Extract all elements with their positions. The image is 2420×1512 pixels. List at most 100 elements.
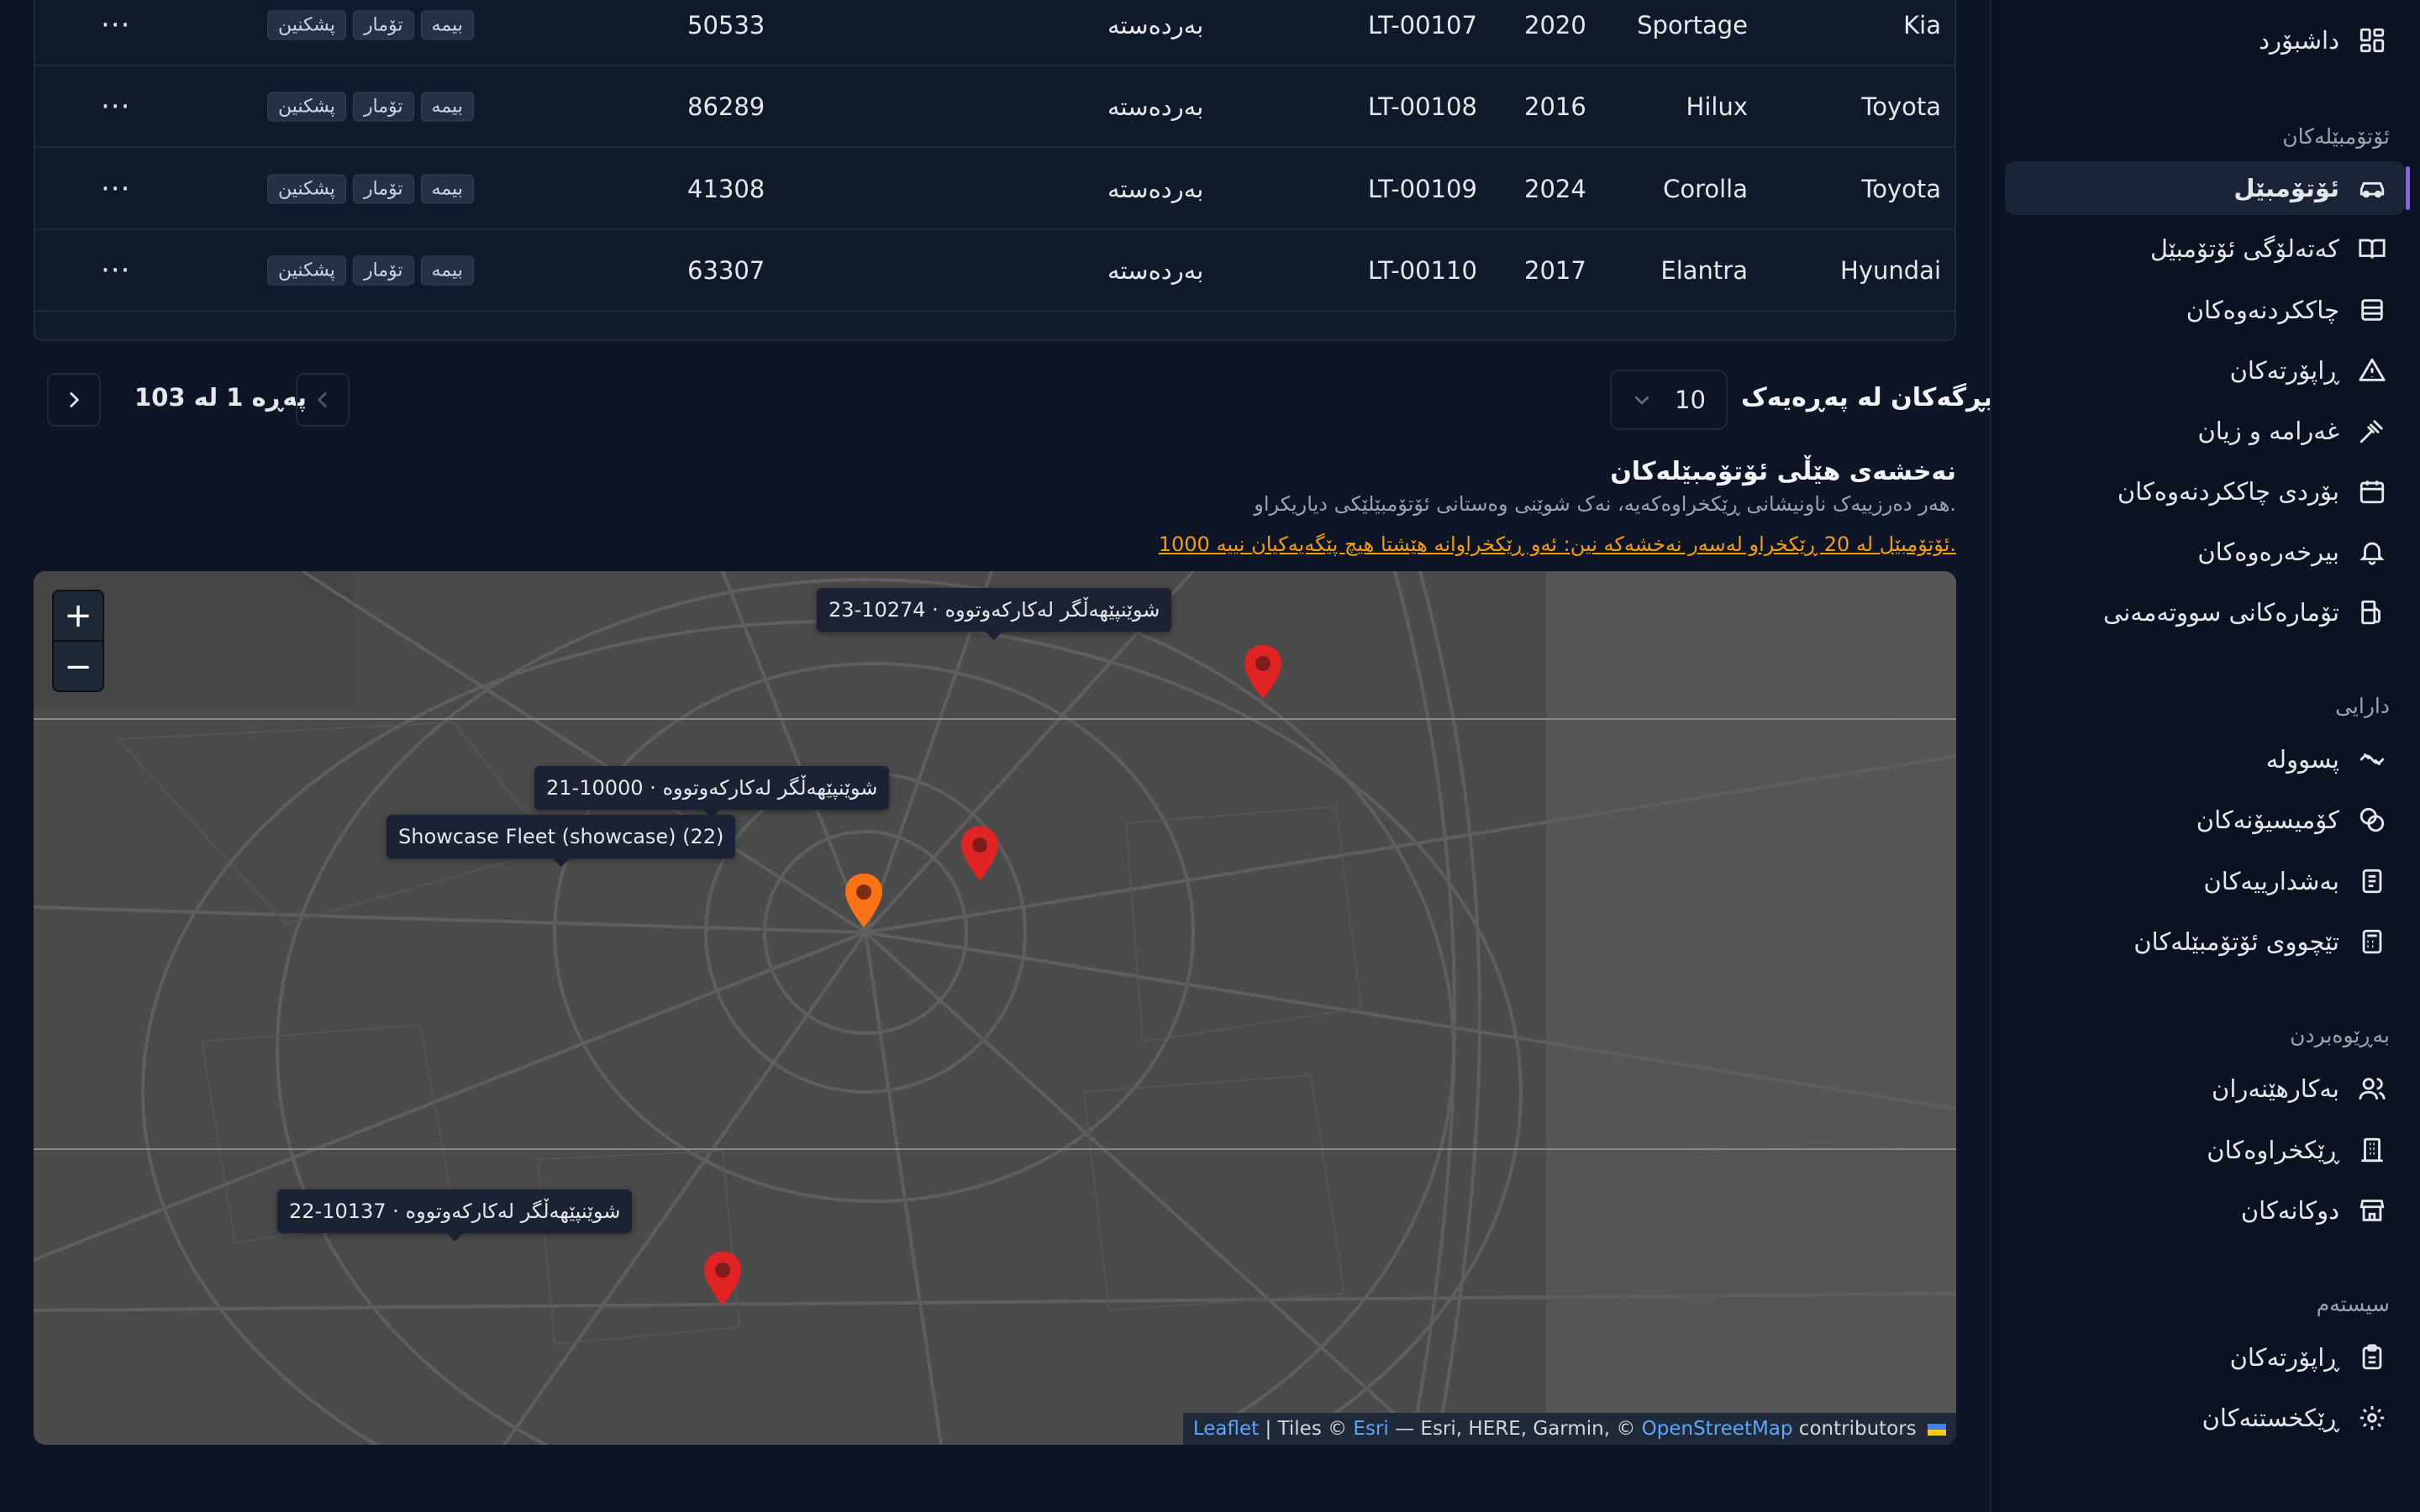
- sidebar-item-system-reports[interactable]: ڕاپۆرتەکان: [2005, 1331, 2405, 1384]
- sidebar-item-label: بەکارهێنەران: [2212, 1074, 2339, 1103]
- zoom-out-button[interactable]: −: [54, 642, 103, 692]
- dashboard-icon: [2360, 28, 2385, 53]
- tag-inspection: پشکنین: [267, 10, 346, 39]
- chevron-right-icon: [70, 392, 79, 407]
- year-cell: 2016: [1524, 92, 1586, 121]
- sidebar-section-management: بەڕێوەبردن: [2290, 1023, 2390, 1047]
- status-cell: بەردەستە: [1107, 255, 1204, 285]
- sidebar-item-label: ئۆتۆمبێل: [2233, 174, 2339, 202]
- next-page-button[interactable]: [47, 373, 101, 427]
- map-pin-icon[interactable]: [843, 872, 885, 929]
- plate-cell: LT-00109: [1368, 174, 1477, 203]
- row-actions-button[interactable]: ···: [101, 8, 130, 42]
- gear-icon: [2360, 1405, 2385, 1431]
- zoom-in-button[interactable]: +: [54, 591, 103, 642]
- clipboard-icon: [2362, 1344, 2382, 1370]
- sidebar-item-dashboard[interactable]: داشبۆرد: [2005, 13, 2405, 67]
- sidebar-item-label: بیرخەرەوەکان: [2197, 538, 2339, 566]
- sidebar-item-commissions[interactable]: کۆمیسیۆنەکان: [2005, 793, 2405, 847]
- model-cell: Elantra: [1660, 255, 1748, 285]
- sidebar-item-catalog[interactable]: کەتەلۆگی ئۆتۆمبێل: [2005, 222, 2405, 276]
- sidebar-item-shops[interactable]: دوکانەکان: [2005, 1184, 2405, 1237]
- map-pin-icon[interactable]: [702, 1250, 744, 1307]
- warning-icon: [2359, 358, 2386, 381]
- store-icon: [2360, 1200, 2385, 1221]
- row-actions-button[interactable]: ···: [101, 90, 130, 123]
- map-pin-icon[interactable]: [1242, 643, 1284, 701]
- attribution-text: contributors: [1792, 1418, 1917, 1440]
- status-cell: بەردەستە: [1107, 92, 1204, 121]
- marker-tooltip: 23-10274 · شوێنپێهەڵگر لەکارکەوتووە: [817, 588, 1172, 640]
- vehicle-map[interactable]: + − 23-10274 · شوێنپێهەڵگر لەکارکەوتووە …: [34, 571, 1956, 1445]
- document-tags: پشکنین تۆمار بیمە: [267, 92, 474, 121]
- zoom-control: + −: [52, 590, 104, 692]
- tag-inspection: پشکنین: [267, 174, 346, 203]
- map-pin-icon[interactable]: [959, 825, 1001, 882]
- tag-insurance: بیمە: [420, 10, 474, 39]
- sidebar-item-repairs[interactable]: چاککردنەوەکان: [2005, 283, 2405, 337]
- sidebar-item-reports[interactable]: ڕاپۆرتەکان: [2005, 344, 2405, 397]
- page-indicator: پەڕە 1 لە 103: [134, 383, 307, 412]
- make-cell: Kia: [1903, 10, 1941, 39]
- plate-cell: LT-00108: [1368, 92, 1477, 121]
- marker-tooltip: 22-10137 · شوێنپێهەڵگر لەکارکەوتووە: [277, 1189, 633, 1242]
- sidebar-item-users[interactable]: بەکارهێنەران: [2005, 1062, 2405, 1116]
- sidebar-section-vehicles: ئۆتۆمبێلەکان: [2282, 124, 2390, 149]
- esri-link[interactable]: Esri: [1353, 1418, 1388, 1440]
- status-cell: بەردەستە: [1107, 10, 1204, 39]
- model-cell: Hilux: [1686, 92, 1748, 121]
- table-row[interactable]: ··· پشکنین تۆمار بیمە 63307 بەردەستە LT-…: [35, 230, 1954, 312]
- document-icon: [2362, 869, 2382, 894]
- sidebar-item-label: ڕێکخراوەکان: [2207, 1136, 2339, 1164]
- mileage-cell: 63307: [687, 255, 765, 285]
- status-cell: بەردەستە: [1107, 174, 1204, 203]
- make-cell: Toyota: [1861, 174, 1941, 203]
- tag-registration: تۆمار: [352, 255, 414, 285]
- sidebar-item-label: بۆردی چاککردنەوەکان: [2117, 477, 2339, 506]
- unmapped-vehicles-warning[interactable]: 1000 ئۆتۆمبێل لە 20 ڕێکخراو لەسەر نەخشەک…: [1159, 533, 1956, 556]
- osm-link[interactable]: OpenStreetMap: [1642, 1418, 1793, 1440]
- table-row[interactable]: ··· پشکنین تۆمار بیمە 86289 بەردەستە LT-…: [35, 66, 1954, 148]
- year-cell: 2024: [1524, 174, 1586, 203]
- table-row[interactable]: ··· پشکنین تۆمار بیمە 41308 بەردەستە LT-…: [35, 149, 1954, 230]
- sidebar-item-reminders[interactable]: بیرخەرەوەکان: [2005, 525, 2405, 579]
- sidebar-item-label: بەشدارییەکان: [2203, 867, 2339, 895]
- car-icon: [2360, 181, 2385, 198]
- sidebar-item-label: تێچووی ئۆتۆمبێلەکان: [2133, 927, 2339, 956]
- year-cell: 2017: [1524, 255, 1586, 285]
- leaflet-link[interactable]: Leaflet: [1193, 1418, 1259, 1440]
- coins-icon: [2360, 807, 2385, 832]
- sidebar-item-label: ڕێکخستنەکان: [2202, 1404, 2339, 1432]
- mileage-cell: 86289: [687, 92, 765, 121]
- sidebar-item-settings[interactable]: ڕێکخستنەکان: [2005, 1391, 2405, 1445]
- year-cell: 2020: [1524, 10, 1586, 39]
- sidebar-item-label: ڕاپۆرتەکان: [2229, 1343, 2339, 1372]
- tag-insurance: بیمە: [420, 92, 474, 121]
- document-tags: پشکنین تۆمار بیمە: [267, 10, 474, 39]
- calculator-icon: [2362, 929, 2382, 954]
- sidebar-item-fuel-logs[interactable]: تۆمارەکانی سووتەمەنی: [2005, 585, 2405, 639]
- sidebar-item-subscriptions[interactable]: بەشدارییەکان: [2005, 854, 2405, 908]
- row-actions-button[interactable]: ···: [101, 172, 130, 206]
- table-row[interactable]: ··· پشکنین تۆمار بیمە 50533 بەردەستە LT-…: [35, 0, 1954, 66]
- row-actions-button[interactable]: ···: [101, 254, 130, 287]
- sidebar-item-repair-board[interactable]: بۆردی چاککردنەوەکان: [2005, 465, 2405, 518]
- model-cell: Sportage: [1637, 10, 1748, 39]
- sidebar-item-receipts[interactable]: پسوولە: [2005, 732, 2405, 786]
- sidebar-section-system: سیستەم: [2316, 1292, 2390, 1316]
- vehicles-table: ··· پشکنین تۆمار بیمە 50533 بەردەستە LT-…: [34, 0, 1956, 341]
- previous-page-button[interactable]: [296, 373, 350, 427]
- sidebar-item-fines[interactable]: غەرامە و زیان: [2005, 404, 2405, 458]
- sidebar-item-vehicle-costs[interactable]: تێچووی ئۆتۆمبێلەکان: [2005, 915, 2405, 969]
- sidebar-item-vehicles[interactable]: ئۆتۆمبێل: [2005, 161, 2410, 215]
- sidebar-section-finance: دارایی: [2335, 694, 2390, 718]
- tag-inspection: پشکنین: [267, 255, 346, 285]
- marker-tooltip: 21-10000 · شوێنپێهەڵگر لەکارکەوتووە: [534, 766, 890, 818]
- document-tags: پشکنین تۆمار بیمە: [267, 174, 474, 203]
- sidebar-item-label: پسوولە: [2265, 745, 2339, 774]
- sidebar-item-label: دوکانەکان: [2240, 1196, 2339, 1225]
- gavel-icon: [2360, 420, 2383, 444]
- sidebar-item-organizations[interactable]: ڕێکخراوەکان: [2005, 1123, 2405, 1177]
- sidebar-item-label: کۆمیسیۆنەکان: [2196, 806, 2339, 834]
- per-page-select[interactable]: 10: [1610, 370, 1728, 430]
